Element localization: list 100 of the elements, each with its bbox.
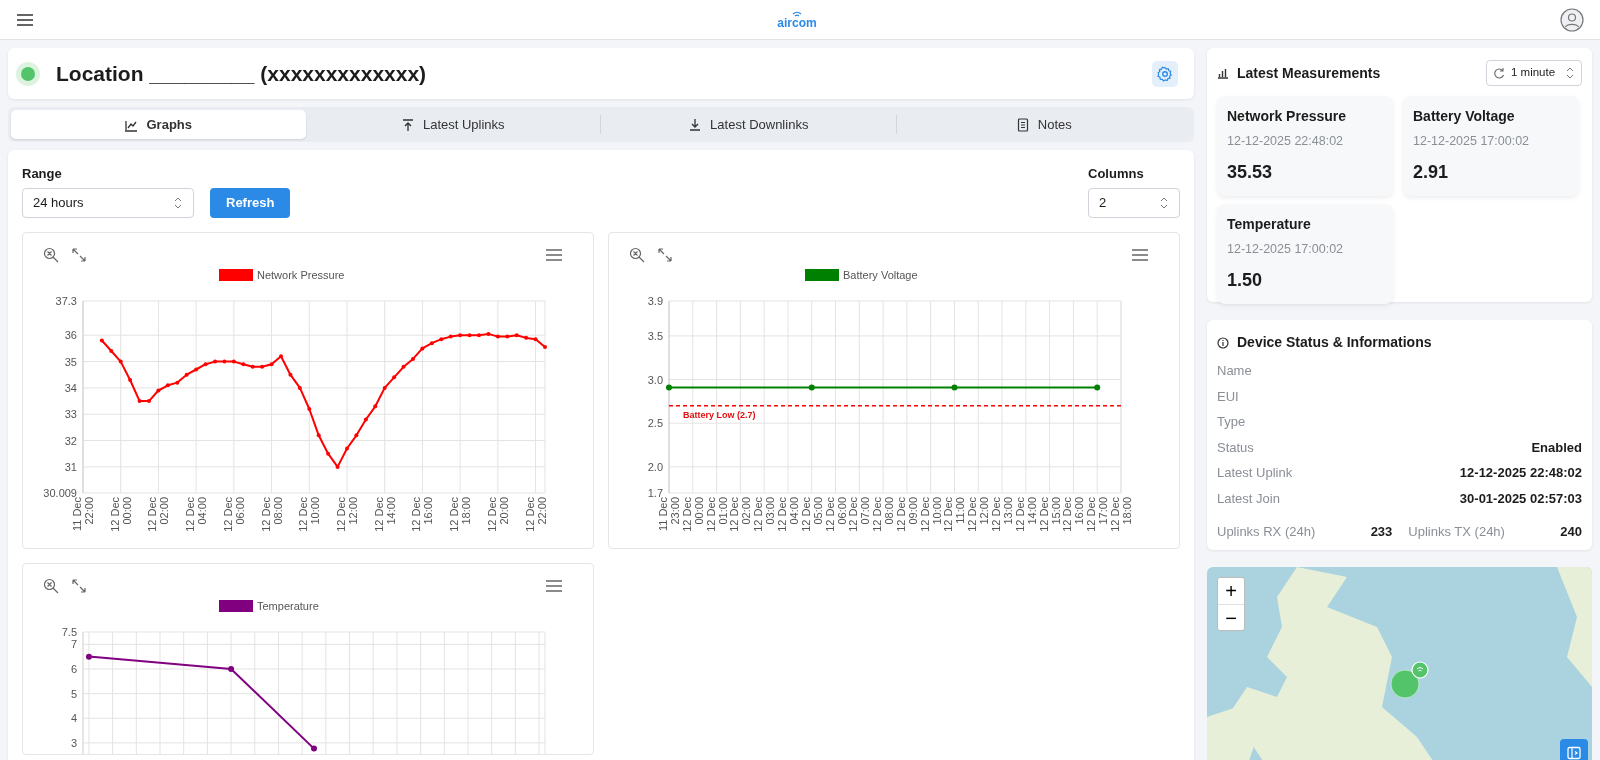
axis-label: 12 Dec 07:00	[847, 496, 872, 532]
data-point	[420, 345, 425, 350]
data-point	[128, 377, 133, 382]
zoom-out-button[interactable]: −	[1218, 604, 1244, 630]
expand-icon[interactable]	[71, 246, 87, 263]
axis-label: 12 Dec 02:00	[728, 496, 753, 532]
field-label: EUI	[1217, 387, 1239, 406]
axis-label: 32	[64, 434, 77, 447]
data-point	[808, 383, 815, 390]
axis-label: 11 Dec 22:00	[71, 496, 95, 531]
axis-label: 12 Dec 18:00	[1109, 496, 1133, 532]
data-point	[307, 406, 312, 411]
axis-label: 12 Dec 18:00	[448, 496, 473, 532]
tab[interactable]: Notes	[896, 110, 1191, 139]
data-point	[311, 745, 317, 752]
zoom-reset-icon[interactable]	[43, 246, 59, 263]
logo: aircom	[777, 16, 817, 29]
info-icon	[1217, 336, 1229, 349]
field-label: Range	[22, 165, 63, 183]
updown-icon	[1565, 67, 1575, 79]
legend[interactable]: Battery Voltage	[805, 268, 918, 281]
zoom-reset-icon[interactable]	[43, 577, 59, 594]
data-point	[429, 340, 434, 345]
zoom-in-button[interactable]: +	[1218, 578, 1244, 604]
axis-label: 12 Dec 00:00	[680, 496, 705, 532]
refresh-icon	[1493, 67, 1505, 79]
axis-label: 7	[70, 637, 77, 650]
tab[interactable]: Graphs	[11, 110, 306, 139]
measurement-time: 12-12-2025 17:00:02	[1227, 240, 1345, 258]
axis-label: 12 Dec 08:00	[871, 496, 896, 532]
legend-label: Temperature	[257, 599, 319, 612]
data-point	[524, 335, 529, 340]
field-label: Latest Uplink	[1217, 464, 1293, 482]
download-icon	[688, 117, 703, 132]
measurement-time: 12-12-2025 17:00:02	[1413, 133, 1531, 150]
upload-icon	[400, 117, 415, 132]
axis-label: 12 Dec 03:00	[752, 496, 777, 532]
data-point	[203, 361, 208, 366]
data-point	[448, 334, 453, 339]
axis-label: 11 Dec 23:00	[657, 496, 681, 531]
tab[interactable]: Latest Downlinks	[601, 110, 896, 139]
location-marker	[1390, 660, 1430, 700]
chart-menu-icon[interactable]	[545, 247, 563, 262]
data-point	[392, 374, 397, 379]
axis-label: 12 Dec 16:00	[1061, 496, 1086, 532]
data-point	[1094, 383, 1101, 390]
user-avatar-icon[interactable]	[1560, 7, 1584, 32]
axis-label: 12 Dec 01:00	[704, 496, 729, 532]
data-point	[222, 359, 227, 364]
field-value: 12-12-2025 22:48:02	[1459, 464, 1582, 482]
data-point	[373, 403, 378, 408]
data-point	[184, 372, 189, 377]
refresh-interval-select[interactable]: 1 minute	[1486, 60, 1582, 86]
axis-label: 36	[64, 328, 77, 341]
field-value: 240	[1560, 523, 1582, 541]
legend[interactable]: Network Pressure	[219, 268, 345, 281]
columns-select[interactable]: 2	[1088, 187, 1180, 218]
chart-menu-icon[interactable]	[1131, 247, 1149, 262]
range-select[interactable]: 24 hours	[22, 187, 194, 218]
field-label: Name	[1217, 362, 1252, 380]
data-point	[495, 334, 500, 339]
axis-label: 3.0	[647, 373, 663, 386]
panel-toggle-button[interactable]	[1560, 739, 1588, 760]
data-point	[533, 336, 538, 341]
data-point	[335, 464, 340, 469]
data-point	[326, 451, 331, 456]
measurement-time: 12-12-2025 22:48:02	[1227, 133, 1345, 150]
axis-label: 5	[70, 687, 77, 700]
wifi-icon	[792, 10, 802, 17]
zoom-reset-icon[interactable]	[629, 246, 645, 263]
menu-icon[interactable]	[16, 12, 34, 27]
tab[interactable]: Latest Uplinks	[305, 110, 600, 139]
axis-label: 12 Dec 20:00	[485, 496, 510, 532]
data-point	[109, 348, 114, 353]
data-point	[345, 445, 349, 450]
data-point	[288, 372, 293, 377]
axis-label: 12 Dec 10:00	[918, 496, 943, 532]
measurement-name: Battery Voltage	[1413, 107, 1516, 126]
axis-label: 37.3	[55, 294, 77, 307]
data-point	[467, 332, 472, 337]
data-point	[85, 653, 92, 660]
expand-icon[interactable]	[71, 577, 87, 594]
axis-label: 31	[64, 460, 77, 473]
data-point	[411, 356, 415, 361]
data-point	[382, 385, 387, 390]
data-point	[231, 359, 236, 364]
chart-menu-icon[interactable]	[545, 578, 563, 593]
axis-label: 12 Dec 17:00	[1085, 496, 1110, 532]
expand-icon[interactable]	[657, 246, 673, 263]
data-point	[241, 361, 246, 366]
settings-button[interactable]	[1152, 60, 1178, 87]
field-value: 233	[1370, 523, 1393, 541]
axis-label: 12 Dec 10:00	[297, 496, 322, 532]
measurement-value: 35.53	[1227, 160, 1274, 184]
axis-label: 3.9	[647, 294, 663, 307]
legend[interactable]: Temperature	[219, 599, 319, 612]
page-title: Location _________ (xxxxxxxxxxxxx)	[56, 60, 427, 87]
refresh-button[interactable]: Refresh	[210, 187, 291, 218]
document-icon	[1015, 117, 1030, 132]
data-point	[269, 361, 274, 366]
